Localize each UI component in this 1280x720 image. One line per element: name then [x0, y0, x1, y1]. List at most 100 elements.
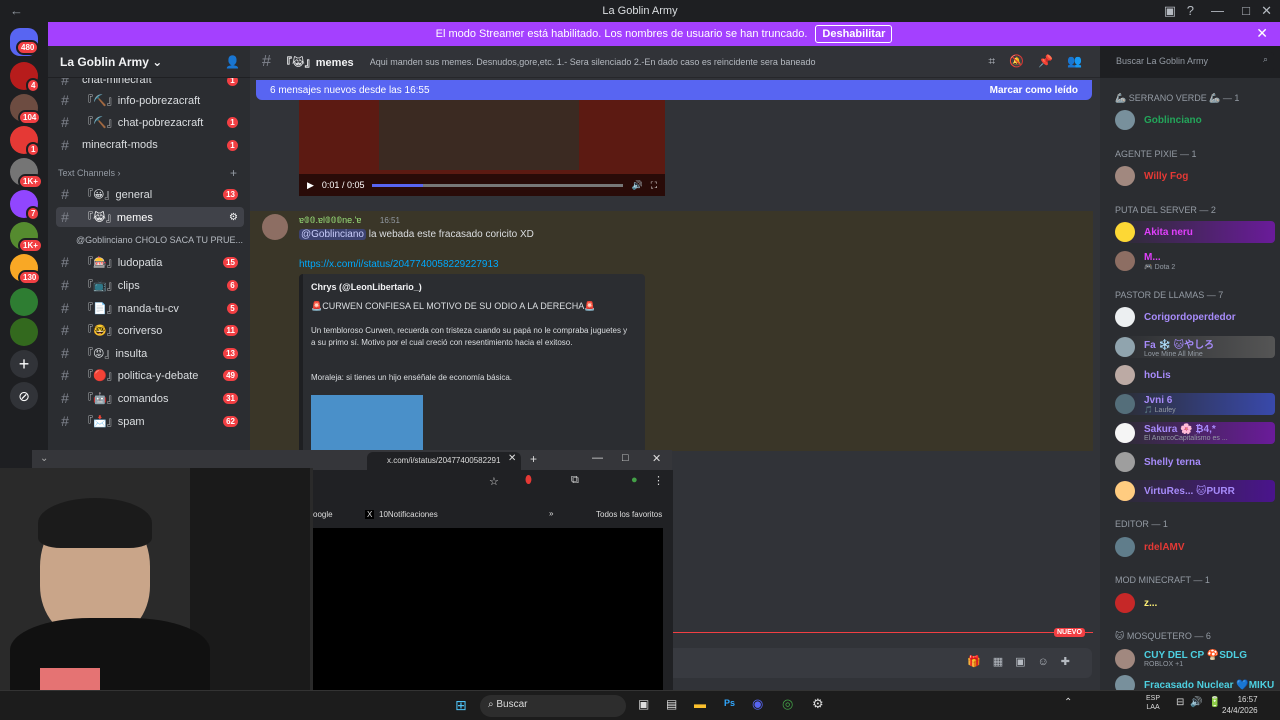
- discord-icon[interactable]: ◉: [752, 696, 763, 712]
- channel-chat-pobrezacraft[interactable]: # 『⛏️』chat-pobrezacraft 1: [56, 112, 244, 132]
- channel-minecraft-mods[interactable]: # minecraft-mods 1: [56, 135, 244, 155]
- member-item[interactable]: Shelly terna: [1115, 451, 1275, 473]
- menu-icon[interactable]: ⋮: [653, 474, 664, 487]
- channel-insulta[interactable]: # 『😡』insulta 13: [56, 343, 244, 363]
- close-banner-icon[interactable]: ✕: [1256, 25, 1268, 42]
- member-item[interactable]: VirtuRes... 🐱PURR: [1115, 480, 1275, 502]
- taskbar-search[interactable]: ⌕ Buscar: [480, 695, 626, 717]
- extensions-icon[interactable]: ⧉: [571, 474, 579, 487]
- channel-memes[interactable]: # 『😹』memes ⚙: [56, 207, 244, 227]
- channel-clips[interactable]: # 『📺』clips 6: [56, 275, 244, 295]
- apps-icon[interactable]: ✚: [1061, 656, 1082, 668]
- category-text-channels[interactable]: Text Channels ›: [58, 168, 121, 178]
- minimize-icon[interactable]: —: [592, 452, 603, 464]
- member-item[interactable]: hoLis: [1115, 364, 1275, 386]
- member-item[interactable]: Akita neru: [1115, 221, 1275, 243]
- embed-author[interactable]: Chrys (@LeonLibertario_): [311, 282, 422, 292]
- add-server-icon[interactable]: +: [10, 350, 38, 378]
- mute-icon[interactable]: 🔕: [1009, 54, 1038, 68]
- threads-icon[interactable]: ⌗: [988, 54, 1009, 68]
- new-messages-bar[interactable]: 6 mensajes nuevos desde las 16:55 Marcar…: [256, 80, 1092, 100]
- composer-tools[interactable]: 🎁▦▣☺✚: [967, 655, 1082, 668]
- video-progress[interactable]: [372, 183, 624, 187]
- system-tray-icons[interactable]: ⊟🔊🔋: [1176, 697, 1227, 708]
- language-indicator[interactable]: ESP LAA: [1146, 694, 1160, 712]
- bookmark-item[interactable]: oogle: [313, 510, 333, 519]
- header-tools[interactable]: ⌗🔕📌👥: [988, 54, 1096, 69]
- create-channel-icon[interactable]: +: [230, 166, 237, 180]
- member-item[interactable]: Corigordoperdedor: [1115, 306, 1275, 328]
- photoshop-icon[interactable]: Ps: [724, 698, 735, 708]
- channel-topic[interactable]: Aqui manden sus memes. Desnudos,gore,etc…: [370, 57, 830, 67]
- minimize-icon[interactable]: —: [1211, 3, 1224, 18]
- member-item[interactable]: rdelAMV: [1115, 536, 1275, 558]
- chevron-up-icon[interactable]: ⌃: [1064, 697, 1072, 708]
- maximize-icon[interactable]: □: [1242, 3, 1250, 18]
- start-icon[interactable]: ⊞: [455, 697, 467, 714]
- message-link[interactable]: https://x.com/i/status/20477400582292279…: [299, 259, 499, 270]
- settings-icon[interactable]: ⚙: [229, 212, 238, 223]
- help-icon[interactable]: ?: [1187, 3, 1194, 18]
- gift-icon[interactable]: 🎁: [967, 656, 993, 668]
- member-item[interactable]: Jvni 6 🎵 Laufey: [1115, 393, 1275, 415]
- member-item[interactable]: CUY DEL CP 🍄SDLG ROBLOX +1: [1115, 648, 1275, 670]
- chrome-tab[interactable]: x.com/i/status/20477400582291: [367, 452, 521, 470]
- profile-icon[interactable]: ●: [631, 474, 638, 486]
- task-view-icon[interactable]: ▣: [638, 697, 649, 711]
- pin-icon[interactable]: 📌: [1038, 54, 1067, 68]
- close-icon[interactable]: ✕: [652, 452, 661, 465]
- message-author[interactable]: ɐ𝟘𝟘.ɐl𝟘𝟘𝟘ne.'ɐ 16:51: [299, 215, 400, 226]
- embed-image[interactable]: [311, 395, 423, 451]
- folder-icon[interactable]: ▬: [694, 697, 706, 711]
- mark-read-button[interactable]: Marcar como leído: [990, 85, 1078, 96]
- maximize-icon[interactable]: □: [622, 452, 629, 464]
- fullscreen-icon[interactable]: ⛶: [651, 180, 657, 191]
- bookmark-star-icon[interactable]: ☆: [489, 475, 499, 488]
- inbox-icon[interactable]: ▣: [1164, 3, 1176, 19]
- thread-item[interactable]: @Goblinciano CHOLO SACA TU PRUE...: [56, 230, 244, 250]
- member-item[interactable]: Goblinciano: [1115, 109, 1275, 131]
- channel-info-pobrezacraft[interactable]: # 『⛏️』info-pobrezacraft: [56, 90, 244, 110]
- channel-general[interactable]: # 『😀』general 13: [56, 184, 244, 204]
- chevron-right-icon[interactable]: »: [549, 509, 553, 518]
- server-icon[interactable]: [10, 288, 38, 316]
- member-item[interactable]: z...: [1115, 592, 1275, 614]
- channel-manda-tu-cv[interactable]: # 『📄』manda-tu-cv 5: [56, 298, 244, 318]
- member-item[interactable]: Sakura 🌸 ₿4,* El AnarcoCapitalismo es ...: [1115, 422, 1275, 444]
- member-item[interactable]: Willy Fog: [1115, 165, 1275, 187]
- extension-icon[interactable]: ⬮: [525, 474, 532, 487]
- tab-search-icon[interactable]: ⌄: [40, 453, 48, 464]
- emoji-icon[interactable]: ☺: [1038, 656, 1061, 668]
- discover-icon[interactable]: ⊘: [10, 382, 38, 410]
- add-member-icon[interactable]: 👤: [225, 55, 240, 69]
- new-tab-icon[interactable]: +: [530, 452, 537, 466]
- back-arrow-icon[interactable]: ←: [10, 3, 23, 18]
- server-header[interactable]: La Goblin Army ⌄ 👤: [48, 46, 250, 78]
- video-player[interactable]: ▶ 0:01 / 0:05 🔊 ⛶: [299, 100, 665, 196]
- disable-button[interactable]: Deshabilitar: [815, 25, 893, 43]
- channel-coriverso[interactable]: # 『🤓』coriverso 11: [56, 320, 244, 340]
- bookmark-item[interactable]: 10Notificaciones: [379, 510, 438, 519]
- server-icon[interactable]: [10, 318, 38, 346]
- clock[interactable]: 16:57 24/4/2026: [1222, 694, 1258, 716]
- gif-icon[interactable]: ▦: [993, 656, 1015, 668]
- author-avatar[interactable]: [262, 214, 288, 240]
- channel-politica-y-debate[interactable]: # 『🔴』politica-y-debate 49: [56, 365, 244, 385]
- play-icon[interactable]: ▶: [307, 180, 314, 191]
- sticker-icon[interactable]: ▣: [1015, 656, 1037, 668]
- channel-spam[interactable]: # 『📩』spam 62: [56, 411, 244, 431]
- search-input[interactable]: Buscar La Goblin Army ⌕: [1110, 52, 1274, 72]
- app-icon[interactable]: ⚙: [812, 696, 824, 712]
- all-bookmarks[interactable]: Todos los favoritos: [596, 510, 662, 519]
- user-mention[interactable]: @Goblinciano: [299, 229, 366, 240]
- channel-chat-minecraft[interactable]: # chat-minecraft 1: [56, 78, 244, 90]
- app-icon[interactable]: ▤: [666, 697, 677, 711]
- member-item[interactable]: M... 🎮 Dota 2: [1115, 250, 1275, 272]
- chrome-icon[interactable]: ◎: [782, 696, 793, 712]
- tab-close-icon[interactable]: ✕: [508, 453, 516, 464]
- channel-ludopatia[interactable]: # 『🎰』ludopatia 15: [56, 252, 244, 272]
- volume-icon[interactable]: 🔊: [631, 180, 642, 191]
- close-icon[interactable]: ✕: [1261, 3, 1272, 19]
- member-item[interactable]: Fa ❄️ 🐱やしろ Love Mine All Mine: [1115, 336, 1275, 358]
- members-icon[interactable]: 👥: [1067, 54, 1096, 68]
